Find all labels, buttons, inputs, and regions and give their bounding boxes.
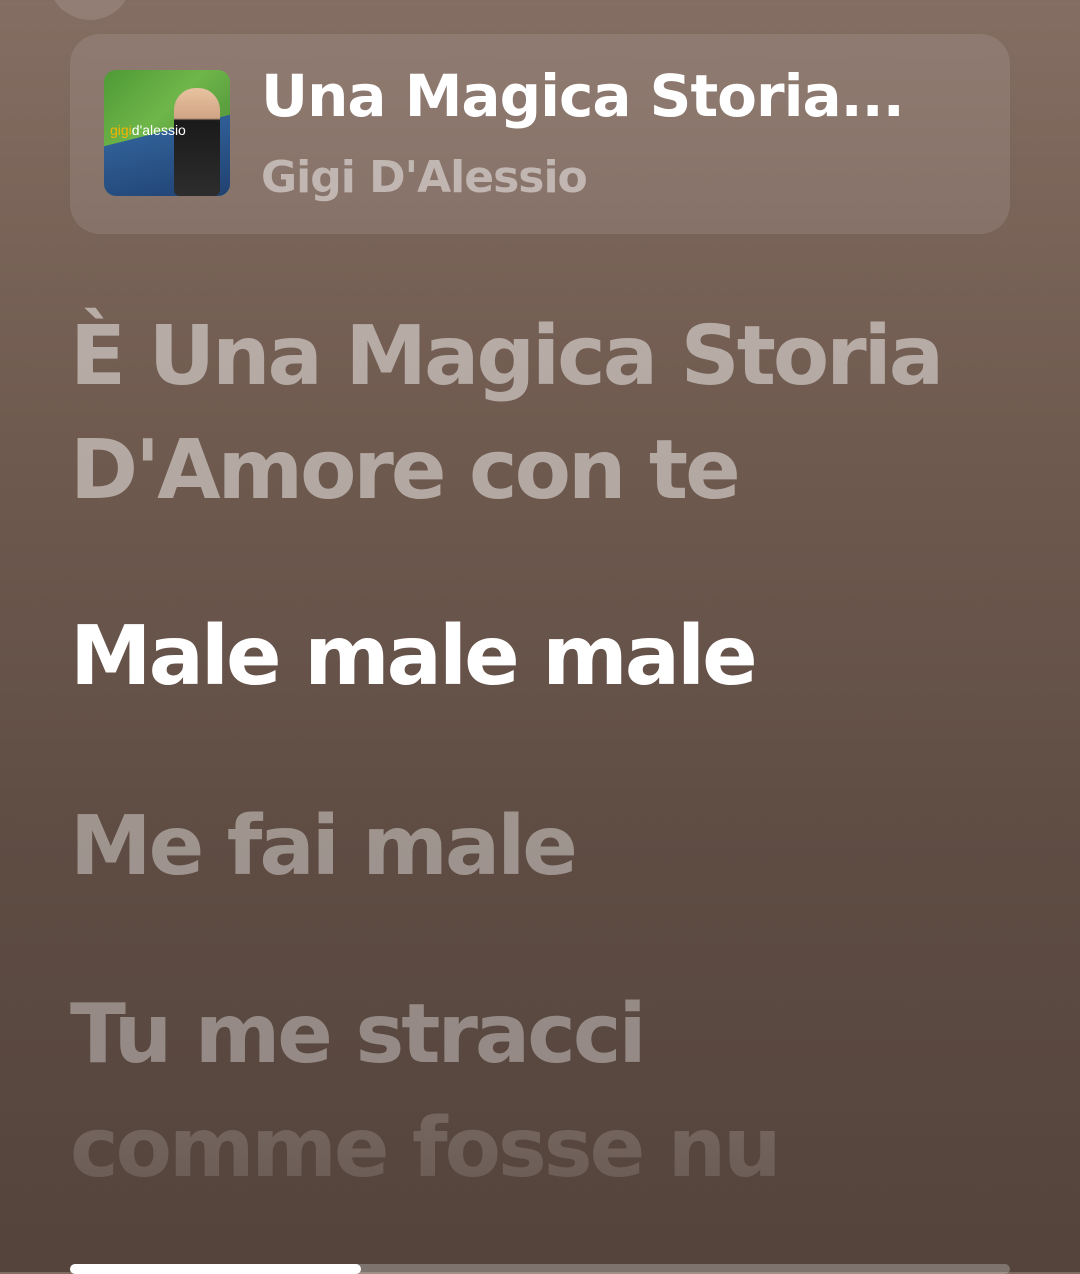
lyric-line-text: D'Amore con te [70, 423, 741, 518]
album-art-logo: gigid'alessio [110, 122, 186, 138]
song-title: Una Magica Storia... [261, 62, 905, 130]
lyric-line-current[interactable]: Male male male [70, 600, 1050, 714]
progress-bar[interactable] [70, 1264, 1010, 1274]
progress-bar-fill [70, 1264, 361, 1274]
lyric-line-next[interactable]: Tu me stracci [70, 978, 1050, 1092]
lyric-line-text: È Una Magica Storia [70, 309, 944, 404]
lyric-line-next[interactable]: comme fosse nu [70, 1092, 1050, 1206]
album-art-person [174, 88, 220, 196]
lyric-line-next[interactable]: Me fai male [70, 790, 1050, 904]
artist-name: Gigi D'Alessio [261, 152, 588, 203]
now-playing-card[interactable]: gigid'alessio Una Magica Storia... Gigi … [70, 34, 1010, 234]
lyric-line-past[interactable]: È Una Magica Storia D'Amore con te [70, 300, 1050, 528]
album-art: gigid'alessio [104, 70, 230, 196]
close-button[interactable] [48, 0, 132, 20]
